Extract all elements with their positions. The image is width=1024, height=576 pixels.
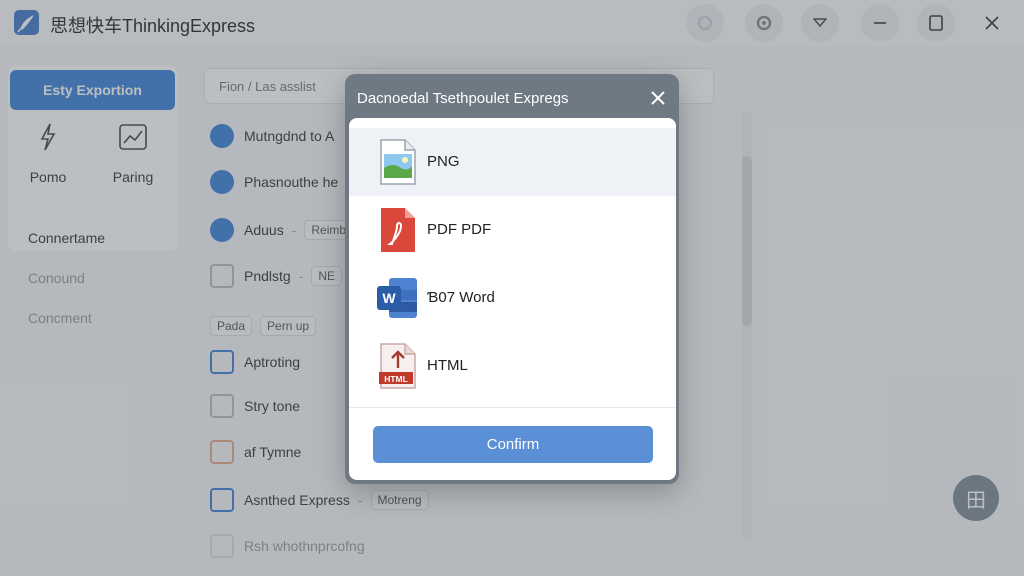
dialog-title: Dacnoedal Tsethpoulet Expregs — [357, 90, 569, 107]
option-label: PNG — [427, 153, 460, 170]
png-file-icon — [380, 139, 416, 185]
option-html[interactable]: HTML HTML — [349, 332, 676, 400]
word-file-icon: W — [377, 278, 417, 318]
option-label: PDF PDF — [427, 221, 492, 238]
option-png[interactable]: PNG — [349, 128, 676, 196]
option-label: HTML — [427, 357, 468, 374]
option-word[interactable]: W Ɓ07 Word — [349, 264, 676, 332]
option-label: Ɓ07 Word — [427, 289, 495, 306]
svg-text:HTML: HTML — [384, 374, 408, 384]
option-pdf[interactable]: PDF PDF — [349, 196, 676, 264]
close-icon[interactable] — [646, 86, 670, 110]
divider — [349, 407, 676, 408]
pdf-file-icon — [381, 208, 415, 252]
dialog-body: PNG PDF PDF W Ɓ07 Word HTML HTML Confirm — [349, 118, 676, 480]
svg-text:W: W — [382, 290, 396, 306]
html-file-icon: HTML — [379, 343, 416, 389]
export-dialog: Dacnoedal Tsethpoulet Expregs PNG PDF PD… — [345, 74, 679, 484]
confirm-button[interactable]: Confirm — [373, 426, 653, 463]
